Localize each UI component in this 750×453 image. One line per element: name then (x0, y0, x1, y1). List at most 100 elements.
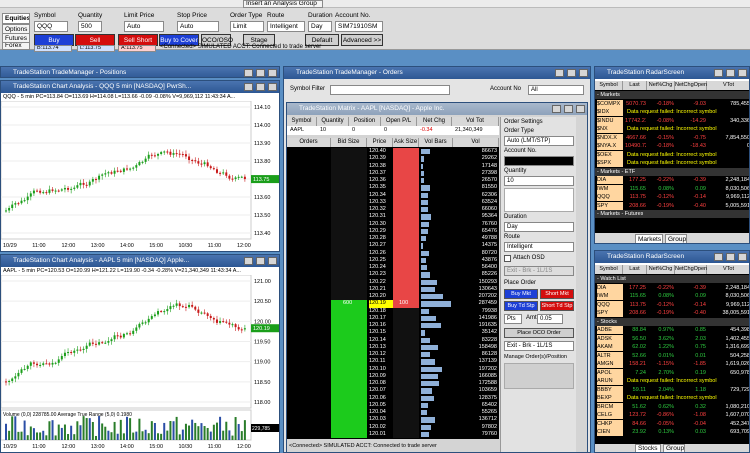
exit-strategy-select[interactable]: Exit - Brk - 1L/1S (504, 266, 574, 276)
rs-row[interactable]: QQQ 113.75 -0.12% -0.14 9,969,112 (595, 300, 749, 309)
bid-cell[interactable] (331, 322, 367, 330)
rs-row[interactable]: CIEN 23.92 0.13% 0.03 693,709 (595, 428, 749, 436)
close-icon[interactable] (268, 83, 277, 91)
minimize-icon[interactable] (555, 69, 564, 77)
tab-forex[interactable]: Forex (2, 42, 30, 50)
bid-cell[interactable] (331, 264, 367, 272)
rs-row[interactable]: $OEX Data request failed: Incorrect symbo… (595, 150, 749, 159)
ladder-row[interactable]: 120.12 86128 (287, 351, 499, 359)
ask-cell[interactable] (393, 336, 419, 344)
ask-cell[interactable] (393, 162, 419, 170)
close-icon[interactable] (268, 257, 277, 265)
bid-cell[interactable] (331, 184, 367, 192)
rs-row[interactable]: BRCM 51.62 0.62% 0.32 1,080,210 (595, 402, 749, 411)
bid-cell[interactable] (331, 191, 367, 199)
minimize-icon[interactable] (244, 83, 253, 91)
qty-presets[interactable] (504, 188, 574, 212)
maximize-icon[interactable] (564, 105, 573, 113)
rs-row[interactable]: $NX Data request failed: Incorrect symbol (595, 125, 749, 133)
rs-row[interactable]: SPY 208.66 -0.19% -0.40 5,005,591 (595, 201, 749, 210)
ladder-row[interactable]: 120.17 141986 (287, 314, 499, 322)
rs-row[interactable]: IWM 115.65 0.08% 0.09 8,030,506 (595, 292, 749, 300)
ladder-row[interactable]: 120.27 14375 (287, 242, 499, 250)
ladder-row[interactable]: 120.06 128375 (287, 394, 499, 402)
duration-select[interactable]: Day (504, 222, 574, 232)
place-oco-button[interactable]: Place OCO Order (504, 328, 574, 338)
ask-cell[interactable] (393, 401, 419, 409)
bid-cell[interactable] (331, 220, 367, 228)
rs-row[interactable]: SPY 208.66 -0.19% -0.40 38,005,591 (595, 309, 749, 317)
rs-row[interactable]: $IDX Data request failed: Incorrect symbo… (595, 108, 749, 116)
ask-cell[interactable] (393, 278, 419, 286)
ask-cell[interactable] (393, 191, 419, 199)
ladder-row[interactable]: 120.15 35142 (287, 329, 499, 337)
ladder-row[interactable]: 120.08 172588 (287, 380, 499, 388)
advanced-button[interactable]: Advanced >> (341, 34, 383, 46)
price-ladder[interactable]: Orders Bid Size Price Ask Size Vol Bars Vol 12… (287, 138, 499, 439)
ladder-row[interactable]: 120.11 137139 (287, 358, 499, 366)
ask-cell[interactable] (393, 213, 419, 221)
rs2-grid[interactable]: Symbol Last Net%Chg NetChgOpen VTot - Watch L… (595, 265, 749, 444)
manage-buttons[interactable] (504, 363, 574, 389)
ladder-row[interactable]: 120.13 158498 (287, 343, 499, 351)
rs-row[interactable]: - Stocks (595, 317, 749, 326)
qty-input[interactable]: 500 (78, 21, 102, 32)
qty-input[interactable]: 10 (504, 176, 574, 186)
ladder-row[interactable]: 120.23 85226 (287, 271, 499, 279)
ladder-row[interactable]: 120.32 66060 (287, 206, 499, 214)
symbol-input[interactable]: QQQ (34, 21, 68, 32)
ladder-row[interactable]: 120.05 65402 (287, 401, 499, 409)
ladder-row[interactable]: 120.33 63524 (287, 198, 499, 206)
rs-row[interactable]: CHKP 84.66 -0.05% -0.04 452,347 (595, 419, 749, 428)
amt-input[interactable]: 0.05 (537, 314, 563, 324)
ask-cell[interactable] (393, 314, 419, 322)
bid-cell[interactable] (331, 198, 367, 206)
ask-cell[interactable] (393, 184, 419, 192)
maximize-icon[interactable] (256, 69, 265, 77)
bid-cell[interactable] (331, 177, 367, 185)
rs-row[interactable]: AMGN 158.21 -1.15% -1.85 1,619,026 (595, 360, 749, 368)
ladder-row[interactable]: 120.20 207202 (287, 293, 499, 301)
rs-row[interactable]: ALTR 52.66 0.01% 0.01 504,258 (595, 351, 749, 360)
rs-row[interactable]: - Markets - ETF (595, 167, 749, 176)
maximize-icon[interactable] (567, 69, 576, 77)
short-mkt-button[interactable]: Short Mkt (540, 289, 574, 299)
stop-input[interactable]: Auto (177, 21, 219, 32)
bid-cell[interactable] (331, 401, 367, 409)
ladder-row[interactable]: 120.07 103659 (287, 387, 499, 395)
ordtype-select[interactable]: Limit (230, 21, 264, 32)
bid-cell[interactable] (331, 148, 367, 156)
ask-cell[interactable] (393, 256, 419, 264)
rs-row[interactable]: IWM 115.65 0.08% 0.09 8,030,506 (595, 184, 749, 193)
bid-cell[interactable] (331, 293, 367, 301)
ask-cell[interactable] (393, 264, 419, 272)
rs-row[interactable]: ADSK 56.50 3.62% 2.03 1,402,455 (595, 334, 749, 343)
rs-row[interactable]: ARUN Data request failed: Incorrect symbo… (595, 377, 749, 385)
ladder-row[interactable]: 120.24 56400 (287, 264, 499, 272)
route-select[interactable]: Intelligent (504, 242, 574, 252)
close-icon[interactable] (576, 105, 585, 113)
bid-cell[interactable] (331, 336, 367, 344)
bid-cell[interactable] (331, 380, 367, 388)
maximize-icon[interactable] (726, 69, 735, 77)
rs-row[interactable]: QQQ 113.75 -0.12% -0.14 9,969,112 (595, 193, 749, 201)
ask-cell[interactable] (393, 169, 419, 177)
ask-cell[interactable] (393, 155, 419, 163)
ask-cell[interactable] (393, 409, 419, 417)
rs-row[interactable]: AKAM 62.02 1.22% 0.75 1,316,699 (595, 343, 749, 351)
ladder-row[interactable]: 120.22 150293 (287, 278, 499, 286)
bid-cell[interactable] (331, 162, 367, 170)
bid-cell[interactable] (331, 365, 367, 373)
ordtype-select[interactable]: Auto (LMT/STP) (504, 136, 574, 146)
buy-stp-button[interactable]: Buy Td Stp (504, 301, 538, 311)
ladder-row[interactable]: 120.34 62306 (287, 191, 499, 199)
bid-cell[interactable] (331, 249, 367, 257)
route-select[interactable]: Intelligent (267, 21, 305, 32)
ask-cell[interactable] (393, 227, 419, 235)
ladder-row[interactable]: 120.26 80720 (287, 249, 499, 257)
ask-cell[interactable] (393, 380, 419, 388)
ask-cell[interactable] (393, 423, 419, 431)
bid-cell[interactable] (331, 242, 367, 250)
rs-row[interactable]: ADBE 88.84 0.97% 0.85 454,398 (595, 326, 749, 334)
rs-row[interactable]: DIA 177.25 -0.22% -0.39 2,248,184 (595, 176, 749, 184)
